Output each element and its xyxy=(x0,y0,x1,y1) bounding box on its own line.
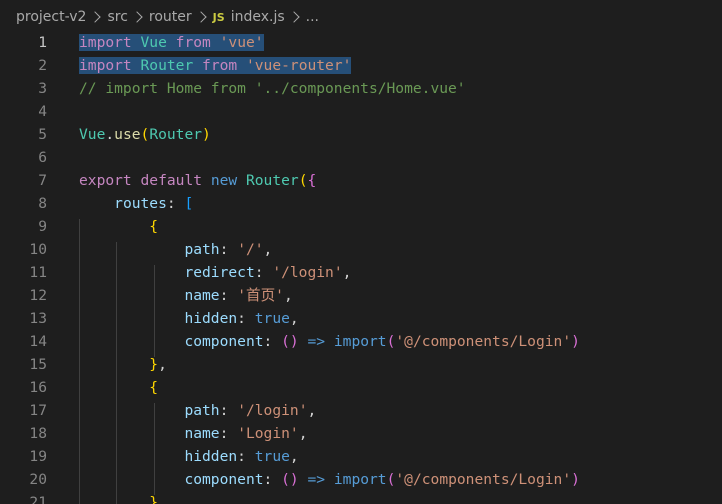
line-number: 9 xyxy=(38,218,47,235)
line-number: 4 xyxy=(38,103,47,120)
line-code: import Router from 'vue-router' xyxy=(79,54,352,77)
code-line[interactable]: 15 }, xyxy=(0,353,722,376)
line-number: 8 xyxy=(38,195,47,212)
line-code: redirect: '/login', xyxy=(184,264,352,281)
line-code: Vue.use(Router) xyxy=(79,126,211,143)
code-line[interactable]: 6 xyxy=(0,146,722,169)
code-line[interactable]: 12 name: '首页', xyxy=(0,284,722,307)
line-code: path: '/', xyxy=(184,241,273,258)
line-number: 11 xyxy=(29,264,47,281)
line-code: }, xyxy=(149,356,167,373)
line-code: { xyxy=(149,218,159,235)
javascript-file-icon: JS xyxy=(212,10,225,24)
code-line[interactable]: 14 component: () => import('@/components… xyxy=(0,330,722,353)
line-number: 5 xyxy=(38,126,47,143)
line-code: import Vue from 'vue' xyxy=(79,31,264,54)
text-selection: import Vue from 'vue' xyxy=(79,34,264,51)
line-number: 7 xyxy=(38,172,47,189)
line-number: 12 xyxy=(29,287,47,304)
chevron-right-icon xyxy=(287,11,300,23)
code-line[interactable]: 20 component: () => import('@/components… xyxy=(0,468,722,491)
line-code: }, xyxy=(149,494,167,504)
code-line[interactable]: 4 xyxy=(0,100,722,123)
code-line[interactable]: 11 redirect: '/login', xyxy=(0,261,722,284)
code-line[interactable]: 19 hidden: true, xyxy=(0,445,722,468)
line-number: 13 xyxy=(29,310,47,327)
breadcrumb-item-src[interactable]: src xyxy=(107,9,127,25)
line-code: export default new Router({ xyxy=(79,172,317,189)
line-code: name: 'Login', xyxy=(184,425,308,442)
code-line[interactable]: 8 routes: [ xyxy=(0,192,722,215)
line-number: 15 xyxy=(29,356,47,373)
line-number: 3 xyxy=(38,80,47,97)
code-line[interactable]: 5 Vue.use(Router) xyxy=(0,123,722,146)
line-number: 18 xyxy=(29,425,47,442)
line-code: path: '/login', xyxy=(184,402,317,419)
line-number: 10 xyxy=(29,241,47,258)
line-code: routes: [ xyxy=(114,195,194,212)
line-number: 20 xyxy=(29,471,47,488)
line-number: 1 xyxy=(38,34,47,51)
line-code: // import Home from '../components/Home.… xyxy=(79,80,466,97)
breadcrumb: project-v2 src router JS index.js ... xyxy=(0,0,722,34)
code-line[interactable]: 3 // import Home from '../components/Home… xyxy=(0,77,722,100)
breadcrumb-item-project[interactable]: project-v2 xyxy=(16,9,86,25)
chevron-right-icon xyxy=(89,11,102,23)
line-number: 17 xyxy=(29,402,47,419)
code-line[interactable]: 17 path: '/login', xyxy=(0,399,722,422)
code-line[interactable]: 9 { xyxy=(0,215,722,238)
chevron-right-icon xyxy=(195,11,207,23)
code-line[interactable]: 13 hidden: true, xyxy=(0,307,722,330)
line-code: component: () => import('@/components/Lo… xyxy=(184,471,580,488)
code-line[interactable]: 2 import Router from 'vue-router' xyxy=(0,54,722,77)
code-line[interactable]: 21 }, xyxy=(0,491,722,504)
editor-window: project-v2 src router JS index.js ... 1 i… xyxy=(0,0,722,504)
breadcrumb-item-file[interactable]: index.js xyxy=(231,9,285,25)
line-code: { xyxy=(149,379,159,396)
line-code: hidden: true, xyxy=(184,448,299,465)
line-code: hidden: true, xyxy=(184,310,299,327)
line-number: 6 xyxy=(38,149,47,166)
code-line[interactable]: 7 export default new Router({ xyxy=(0,169,722,192)
line-number: 19 xyxy=(29,448,47,465)
code-line[interactable]: 16 { xyxy=(0,376,722,399)
breadcrumb-item-router[interactable]: router xyxy=(149,9,192,25)
code-line[interactable]: 10 path: '/', xyxy=(0,238,722,261)
line-number: 2 xyxy=(38,57,47,74)
code-line[interactable]: 1 import Vue from 'vue' xyxy=(0,31,722,54)
text-selection: import Router from 'vue-router' xyxy=(79,57,352,74)
line-number: 21 xyxy=(29,494,47,504)
line-number: 14 xyxy=(29,333,47,350)
breadcrumb-more[interactable]: ... xyxy=(306,9,319,25)
line-code: name: '首页', xyxy=(184,287,293,304)
chevron-right-icon xyxy=(131,11,143,23)
code-line[interactable]: 18 name: 'Login', xyxy=(0,422,722,445)
line-code: component: () => import('@/components/Lo… xyxy=(184,333,580,350)
code-editor[interactable]: 1 import Vue from 'vue' 2 import Router fro… xyxy=(0,31,722,504)
line-number: 16 xyxy=(29,379,47,396)
